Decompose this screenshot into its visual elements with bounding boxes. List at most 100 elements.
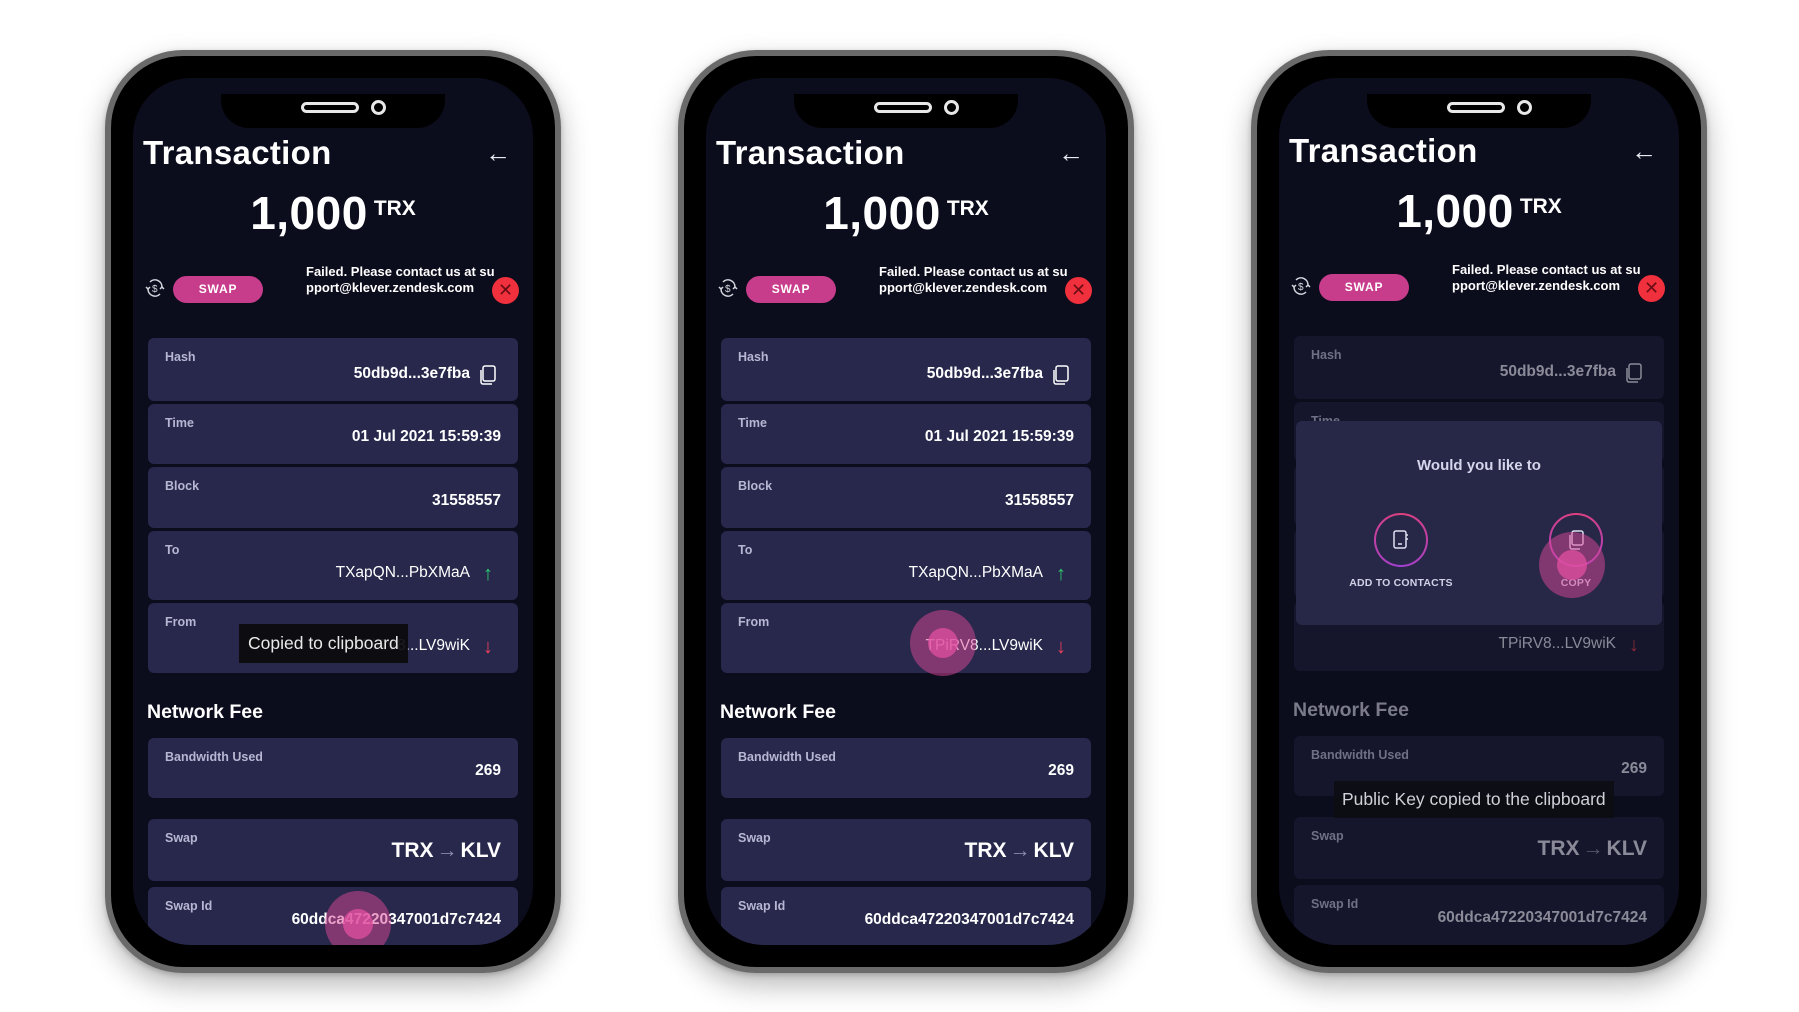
time-row: Time 01 Jul 2021 15:59:39 — [148, 404, 518, 464]
back-arrow-icon[interactable]: ← — [1058, 140, 1084, 166]
status-row: $ SWAP Failed. Please contact us at supp… — [143, 264, 519, 314]
add-to-contacts-label: ADD TO CONTACTS — [1349, 577, 1453, 589]
copy-icon[interactable] — [1624, 362, 1644, 384]
time-label: Time — [165, 416, 194, 430]
incoming-arrow-icon: ↓ — [1056, 636, 1066, 658]
block-row: Block 31558557 — [721, 467, 1091, 528]
screen: Transaction ← 1,000 TRX $ SWAP Failed. Pl… — [1279, 78, 1679, 945]
swap-id-row[interactable]: Swap Id 60ddca47220347001d7c7424 — [721, 887, 1091, 945]
page-title: Transaction — [1289, 132, 1478, 169]
failed-x-icon: ✕ — [1638, 275, 1665, 302]
swap-label: Swap — [738, 831, 771, 845]
swap-id-value[interactable]: 60ddca47220347001d7c7424 — [865, 911, 1074, 929]
bandwidth-value: 269 — [1621, 760, 1647, 777]
bandwidth-label: Bandwidth Used — [1311, 748, 1409, 762]
swap-arrow-icon: → — [1582, 837, 1604, 860]
block-row: Block 31558557 — [148, 467, 518, 528]
swap-type-badge: SWAP — [746, 276, 836, 303]
block-value: 31558557 — [1005, 492, 1074, 509]
touch-indicator — [910, 610, 976, 676]
status-row: $ SWAP Failed. Please contact us at supp… — [1289, 262, 1665, 312]
bandwidth-row: Bandwidth Used 269 — [148, 738, 518, 798]
swap-arrow-icon: → — [436, 839, 458, 862]
copied-toast: Copied to clipboard — [239, 624, 408, 663]
swap-id-row[interactable]: Swap Id 60ddca47220347001d7c7424 — [1294, 885, 1664, 945]
svg-text:$: $ — [152, 284, 158, 295]
swap-pair: TRX → KLV — [392, 839, 501, 863]
phone-frame-3: Transaction ← 1,000 TRX $ SWAP Failed. Pl… — [1251, 50, 1707, 973]
copy-icon[interactable] — [478, 364, 498, 386]
status-message: Failed. Please contact us at support@kle… — [1452, 262, 1641, 293]
bandwidth-label: Bandwidth Used — [738, 750, 836, 764]
to-label: To — [738, 543, 753, 557]
failed-x-icon: ✕ — [1065, 277, 1092, 304]
network-fee-heading: Network Fee — [720, 701, 836, 723]
network-fee-heading: Network Fee — [147, 701, 263, 723]
amount-currency: TRX — [946, 197, 989, 220]
incoming-arrow-icon: ↓ — [483, 636, 493, 658]
touch-indicator — [1539, 532, 1605, 598]
swap-type-badge: SWAP — [1319, 274, 1409, 301]
phone-frame-2: Transaction ← 1,000 TRX $ SWAP Failed. Pl… — [678, 50, 1134, 973]
copy-icon[interactable] — [1051, 364, 1071, 386]
swap-from: TRX — [1537, 837, 1580, 860]
add-to-contacts-ring — [1374, 513, 1428, 567]
swap-arrow-icon: → — [1009, 839, 1031, 862]
hash-row[interactable]: Hash 50db9d...3e7fba — [148, 338, 518, 401]
page-title: Transaction — [716, 134, 905, 171]
swap-id-label: Swap Id — [738, 899, 786, 913]
hash-row[interactable]: Hash 50db9d...3e7fba — [1294, 336, 1664, 399]
swap-id-label: Swap Id — [165, 899, 213, 913]
swap-from: TRX — [964, 839, 1007, 862]
to-row[interactable]: To TXapQN...PbXMaA ↑ — [148, 531, 518, 600]
to-address[interactable]: TXapQN...PbXMaA — [909, 564, 1043, 582]
notch — [1367, 94, 1591, 128]
hash-value: 50db9d...3e7fba — [1499, 363, 1616, 380]
outgoing-arrow-icon: ↑ — [483, 563, 493, 585]
hash-label: Hash — [165, 350, 196, 364]
status-row: $ SWAP Failed. Please contact us at supp… — [716, 264, 1092, 314]
amount-currency: TRX — [1519, 195, 1562, 218]
notch — [794, 94, 1018, 128]
from-row[interactable]: From TPiRV8...LV9wiK ↓ — [721, 603, 1091, 673]
action-dialog: Would you like to ADD TO CONTACTS — [1296, 421, 1662, 625]
time-value: 01 Jul 2021 15:59:39 — [351, 428, 501, 445]
hash-row[interactable]: Hash 50db9d...3e7fba — [721, 338, 1091, 401]
time-value: 01 Jul 2021 15:59:39 — [924, 428, 1074, 445]
from-address[interactable]: TPiRV8...LV9wiK — [1499, 635, 1616, 653]
swap-to: KLV — [1033, 839, 1074, 862]
to-address[interactable]: TXapQN...PbXMaA — [336, 564, 470, 582]
page-title: Transaction — [143, 134, 332, 171]
to-row[interactable]: To TXapQN...PbXMaA ↑ — [721, 531, 1091, 600]
camera-icon — [371, 100, 386, 115]
amount-currency: TRX — [373, 197, 416, 220]
bandwidth-value: 269 — [475, 762, 501, 779]
swap-pair: TRX → KLV — [1538, 837, 1647, 861]
amount-value: 1,000 — [250, 187, 368, 239]
status-message: Failed. Please contact us at support@kle… — [879, 264, 1068, 295]
hash-value: 50db9d...3e7fba — [353, 365, 470, 382]
back-arrow-icon[interactable]: ← — [485, 140, 511, 166]
notch — [221, 94, 445, 128]
swap-id-value[interactable]: 60ddca47220347001d7c7424 — [292, 911, 501, 929]
swap-label: Swap — [1311, 829, 1344, 843]
to-label: To — [165, 543, 180, 557]
outgoing-arrow-icon: ↑ — [1056, 563, 1066, 585]
amount-display: 1,000 TRX — [133, 186, 533, 240]
status-message: Failed. Please contact us at support@kle… — [306, 264, 495, 295]
camera-icon — [944, 100, 959, 115]
dialog-title: Would you like to — [1417, 457, 1541, 474]
from-label: From — [738, 615, 770, 629]
screen: Transaction ← 1,000 TRX $ SWAP Failed. Pl… — [706, 78, 1106, 945]
swap-pair: TRX → KLV — [965, 839, 1074, 863]
swap-row: Swap TRX → KLV — [721, 819, 1091, 881]
swap-to: KLV — [1606, 837, 1647, 860]
time-label: Time — [738, 416, 767, 430]
transaction-detail: Transaction ← 1,000 TRX $ SWAP Failed. Pl… — [1279, 78, 1679, 945]
swap-row: Swap TRX → KLV — [148, 819, 518, 881]
speaker-icon — [1447, 102, 1505, 113]
swap-id-value[interactable]: 60ddca47220347001d7c7424 — [1438, 909, 1647, 927]
public-key-copied-toast: Public Key copied to the clipboard — [1334, 781, 1614, 818]
add-to-contacts-button[interactable]: ADD TO CONTACTS — [1341, 513, 1461, 589]
back-arrow-icon[interactable]: ← — [1631, 138, 1657, 164]
